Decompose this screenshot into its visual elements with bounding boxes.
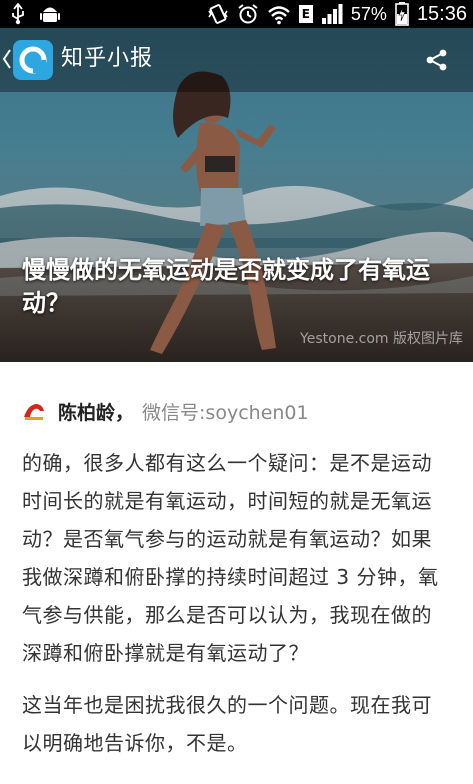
author-separator: ， <box>115 401 135 424</box>
app-bar: 知乎小报 <box>0 28 473 92</box>
share-icon[interactable] <box>425 48 449 76</box>
battery-charging-icon <box>395 2 409 26</box>
app-logo-icon[interactable] <box>13 40 53 80</box>
hero-image: 知乎小报 慢慢做的无氧运动是否就变成了有氧运动？ Yestone.com 版权图… <box>0 28 473 362</box>
alarm-icon <box>237 3 259 25</box>
usb-icon <box>10 3 26 25</box>
clock: 15:36 <box>416 3 467 25</box>
article-paragraph: 的确，很多人都有这么一个疑问：是不是运动时间长的就是有氧运动，时间短的就是无氧运… <box>22 451 439 665</box>
vibrate-icon <box>207 3 229 25</box>
android-icon <box>40 3 60 25</box>
avatar[interactable] <box>22 399 46 423</box>
author-bio: 微信号:soychen01 <box>142 401 309 424</box>
network-type-badge: E <box>298 5 313 23</box>
wifi-icon <box>267 3 291 25</box>
app-title: 知乎小报 <box>61 46 154 71</box>
back-chevron-icon[interactable] <box>2 48 12 74</box>
article-headline: 慢慢做的无氧运动是否就变成了有氧运动？ <box>22 256 430 317</box>
article-body: 的确，很多人都有这么一个疑问：是不是运动时间长的就是有氧运动，时间短的就是无氧运… <box>22 444 452 776</box>
battery-percent: 57% <box>350 4 387 24</box>
signal-icon <box>321 3 343 25</box>
author-name[interactable]: 陈柏龄 <box>58 398 115 425</box>
article-paragraph: 这当年也是困扰我很久的一个问题。现在我可以明确地告诉你，不是。 <box>22 693 432 755</box>
status-bar: E 57% 15:36 <box>0 0 473 28</box>
image-watermark: Yestone.com 版权图片库 <box>300 331 463 347</box>
author-line: 陈柏龄 ， 微信号:soychen01 <box>22 396 309 426</box>
